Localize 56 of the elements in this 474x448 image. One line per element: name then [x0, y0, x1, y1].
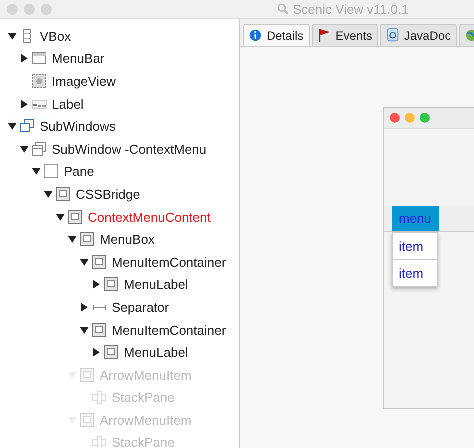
stack-pane-icon [92, 435, 107, 448]
expanded-arrow-icon[interactable] [80, 326, 88, 335]
collapsed-arrow-icon[interactable] [92, 280, 100, 290]
expanded-arrow-icon[interactable] [20, 144, 28, 154]
search-icon [277, 3, 289, 15]
tab[interactable]: Events [312, 24, 378, 46]
expanded-arrow-icon[interactable] [68, 235, 76, 244]
collapsed-arrow-icon[interactable] [92, 348, 100, 358]
tree-item[interactable]: Pane [64, 164, 94, 180]
stacked-windows-icon [20, 119, 35, 134]
tree-item[interactable]: VBox [40, 28, 72, 44]
close-button[interactable] [390, 113, 400, 123]
collapsed-arrow-icon[interactable] [80, 302, 88, 312]
tree-item[interactable]: SubWindows [40, 119, 116, 134]
expanded-arrow-icon[interactable] [80, 258, 88, 267]
expanded-arrow-icon[interactable] [8, 122, 16, 132]
tree-item[interactable]: ContextMenuContent [88, 210, 211, 225]
tree-item[interactable]: MenuItemContainer [112, 322, 226, 338]
node-icon [92, 322, 107, 338]
flag-icon [318, 28, 332, 43]
node-icon [56, 186, 71, 202]
stack-pane-icon [92, 390, 107, 406]
node-icon [104, 345, 119, 360]
tree-item[interactable]: MenuLabel [124, 345, 188, 360]
tree-item[interactable]: MenuBox [100, 232, 155, 248]
collapsed-arrow-icon[interactable] [20, 54, 28, 64]
window-icon [32, 142, 47, 157]
tree-item[interactable]: SubWindow -ContextMenu [52, 142, 207, 157]
node-icon [68, 210, 83, 225]
info-icon [249, 28, 263, 43]
node-icon [80, 232, 95, 248]
tree-item[interactable]: ImageView [52, 74, 116, 89]
tab[interactable]: Details [243, 24, 310, 46]
node-icon [80, 368, 95, 383]
collapsed-arrow-icon[interactable] [20, 100, 28, 109]
expanded-arrow-icon[interactable] [56, 212, 64, 222]
window-title: Scenic View v11.0.1 [293, 2, 409, 16]
tab[interactable]: JavaDoc [380, 24, 458, 46]
tree-item[interactable]: MenuBar [52, 51, 105, 66]
menu-item[interactable]: item [393, 233, 437, 259]
expanded-arrow-icon[interactable] [44, 190, 52, 199]
node-icon [104, 277, 119, 292]
tree-item[interactable]: CSSBridge [76, 186, 140, 202]
menu-item[interactable]: item [393, 259, 437, 286]
node-icon [80, 412, 95, 428]
menu-bar-icon [32, 51, 47, 66]
expanded-arrow-icon[interactable] [32, 167, 40, 176]
document-icon [386, 28, 400, 43]
square-icon [44, 164, 59, 180]
tree-item[interactable]: MenuLabel [124, 277, 188, 292]
tree-item[interactable]: Separator [112, 300, 170, 315]
tree-item[interactable]: Label [52, 96, 84, 112]
tree-item[interactable]: MenuItemContainer [112, 254, 226, 270]
node-icon [92, 254, 107, 270]
expanded-arrow-icon[interactable] [8, 32, 16, 41]
image-icon [32, 74, 47, 89]
